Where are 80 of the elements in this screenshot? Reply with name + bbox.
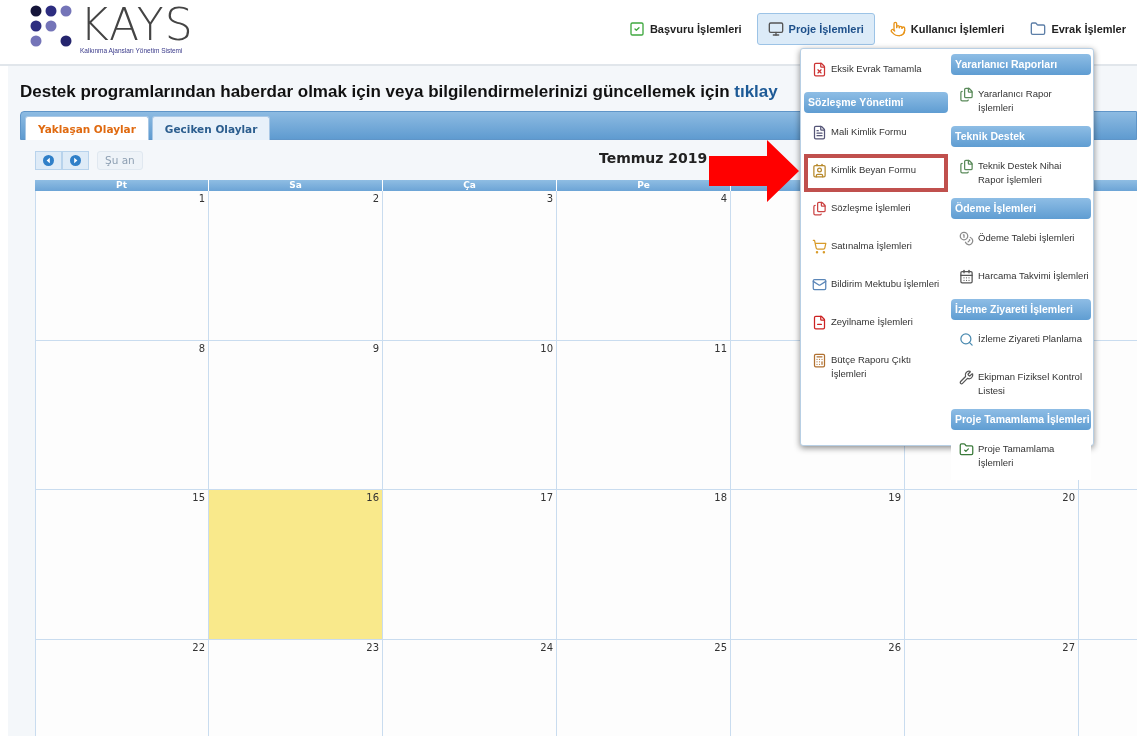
menu-section-header: Teknik Destek	[951, 126, 1091, 147]
day-number: 4	[720, 193, 727, 204]
day-cell[interactable]: 18	[557, 490, 731, 640]
menu-section-header: Yararlanıcı Raporları	[951, 54, 1091, 75]
day-number: 10	[540, 342, 553, 354]
calculator-icon	[812, 353, 827, 368]
day-number: 1	[198, 193, 205, 204]
calendar-title: Temmuz 2019	[599, 150, 708, 166]
day-cell[interactable]: 2	[209, 191, 383, 341]
day-cell[interactable]: 19	[731, 490, 905, 640]
tab[interactable]: Geciken Olaylar	[151, 116, 271, 140]
calendar-icon	[959, 269, 974, 284]
cart-icon	[812, 239, 827, 254]
day-number: 2	[372, 193, 379, 204]
weekday-header: Sa	[209, 180, 383, 191]
weekday-header: Ça	[383, 180, 557, 191]
day-cell[interactable]: 15	[35, 490, 209, 640]
day-cell[interactable]: 3	[383, 191, 557, 341]
documents-icon	[812, 201, 827, 216]
day-number: 18	[714, 492, 727, 503]
day-number: 8	[198, 342, 205, 354]
menu-section-header: Ödeme İşlemleri	[951, 198, 1091, 219]
nav-menu-item[interactable]: Kullanıcı İşlemleri	[878, 13, 1016, 45]
documents-icon	[959, 159, 974, 174]
menu-item[interactable]: Kimlik Beyan Formu	[804, 154, 948, 192]
logo-name: KAYS	[80, 5, 194, 45]
menu-section-header: İzleme Ziyareti İşlemleri	[951, 299, 1091, 320]
weekday-header: Pt	[35, 180, 209, 191]
next-button[interactable]	[62, 150, 89, 170]
day-number: 25	[714, 641, 727, 653]
day-cell[interactable]: 4	[557, 191, 731, 341]
previous-button[interactable]	[35, 150, 62, 170]
menu-section-header: Sözleşme Yönetimi	[804, 92, 948, 113]
document-x-icon	[812, 62, 827, 77]
search-icon	[959, 332, 974, 347]
checkbox-icon	[628, 21, 645, 37]
documents-icon	[959, 87, 974, 102]
document-icon	[812, 315, 827, 330]
day-cell[interactable]: 11	[557, 340, 731, 490]
day-number: 17	[540, 492, 553, 503]
day-number: 23	[366, 641, 379, 653]
day-cell[interactable]: 22	[35, 639, 209, 736]
envelope-icon	[812, 277, 827, 292]
nav-menu-item[interactable]: Proje İşlemleri	[756, 13, 875, 45]
day-number: 26	[888, 641, 901, 653]
notice-link[interactable]: tıklay	[734, 82, 778, 101]
day-number: 27	[1062, 641, 1075, 653]
pointing-hand-icon	[889, 21, 906, 37]
day-number: 11	[714, 342, 727, 354]
nav-menu-item[interactable]: Başvuru İşlemleri	[617, 13, 753, 45]
day-cell[interactable]: 10	[383, 340, 557, 490]
day-cell[interactable]: 1	[35, 191, 209, 341]
day-cell[interactable]: 26	[731, 639, 905, 736]
notice-text: Destek programlarından haberdar olmak için veya bilgilendirmelerinizi güncellemek için tıklay	[20, 82, 778, 102]
day-cell[interactable]: 25	[557, 639, 731, 736]
day-cell[interactable]: 24	[383, 639, 557, 736]
day-number: 16	[366, 492, 379, 503]
coins-icon	[959, 231, 974, 246]
day-cell[interactable]: 16	[209, 490, 383, 640]
day-cell[interactable]: 9	[209, 340, 383, 490]
day-cell[interactable]: 27	[905, 639, 1079, 736]
wrench-icon	[959, 370, 974, 385]
folder-check-icon	[959, 442, 974, 457]
monitor-icon	[767, 21, 784, 37]
nav-menu-item[interactable]: Evrak İşlemler	[1019, 13, 1137, 45]
day-number: 19	[888, 492, 901, 503]
folder-icon	[1030, 21, 1047, 37]
day-number: 3	[546, 193, 553, 204]
document-icon	[812, 125, 827, 140]
id-card-icon	[812, 163, 827, 178]
day-cell[interactable]: 8	[35, 340, 209, 490]
day-number: 15	[192, 492, 205, 503]
day-cell[interactable]: 23	[209, 639, 383, 736]
day-number: 20	[1062, 492, 1075, 503]
day-number: 22	[192, 641, 205, 653]
day-cell[interactable]: 20	[905, 490, 1079, 640]
day-number: 9	[372, 342, 379, 354]
day-number: 24	[540, 641, 553, 653]
day-cell[interactable]: 17	[383, 490, 557, 640]
menu-section-header: Proje Tamamlama İşlemleri	[951, 409, 1091, 430]
